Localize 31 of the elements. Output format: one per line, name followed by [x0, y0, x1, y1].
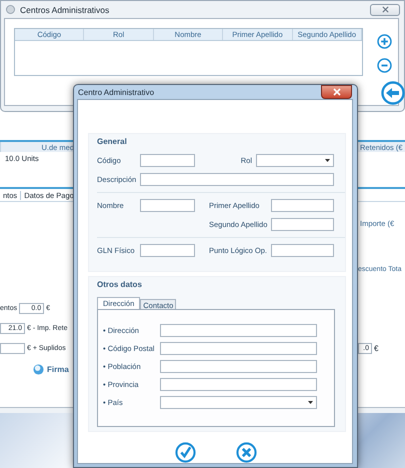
text-field[interactable] — [140, 199, 195, 212]
globe-icon — [33, 364, 44, 375]
close-button[interactable] — [321, 85, 352, 99]
text-field[interactable] — [140, 173, 334, 186]
dialog-title: Centro Administrativo — [78, 88, 154, 96]
window-title: Centros Administrativos — [20, 4, 110, 14]
close-icon — [332, 88, 340, 96]
remove-icon[interactable] — [377, 58, 392, 73]
add-icon[interactable] — [377, 34, 392, 49]
confirm-button[interactable] — [175, 442, 196, 463]
text-field[interactable] — [271, 218, 334, 231]
dropdown-field[interactable] — [256, 154, 334, 167]
currency-label: € — [374, 344, 378, 352]
text-field[interactable] — [160, 324, 317, 337]
section-title: Otros datos — [97, 279, 142, 291]
caret-icon — [308, 401, 313, 404]
text-field[interactable] — [140, 244, 195, 257]
window-icon — [6, 5, 15, 14]
text-field[interactable] — [160, 378, 317, 391]
amount-field[interactable] — [0, 342, 25, 354]
close-icon — [382, 6, 388, 13]
cancel-button[interactable] — [236, 442, 257, 463]
section-title: General — [97, 136, 127, 148]
sign-button[interactable]: Firma — [33, 363, 69, 376]
caret-icon — [325, 159, 330, 162]
text-field[interactable] — [271, 244, 334, 257]
text-field[interactable] — [271, 199, 334, 212]
text-field[interactable] — [140, 154, 195, 167]
text-field[interactable] — [160, 342, 317, 355]
text-field[interactable] — [160, 360, 317, 373]
dropdown-field[interactable] — [160, 396, 317, 409]
